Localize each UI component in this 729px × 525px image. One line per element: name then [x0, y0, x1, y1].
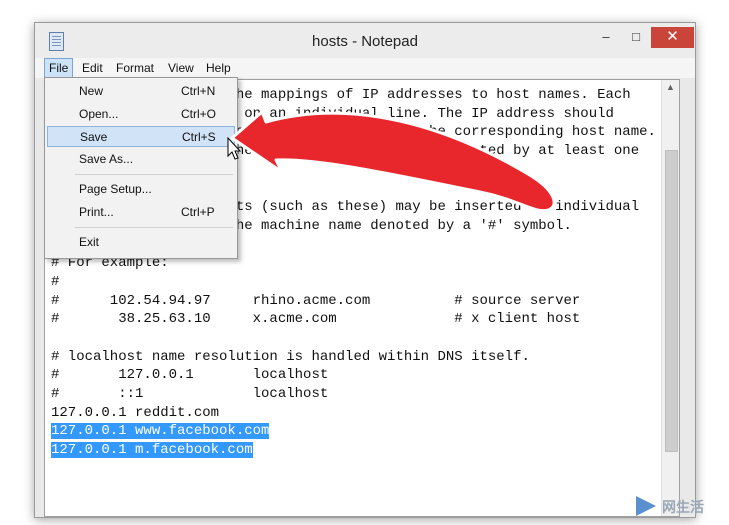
scroll-up-arrow-icon[interactable]: ▲ — [662, 82, 679, 92]
editor-line: # 127.0.0.1 localhost — [51, 367, 329, 384]
menu-item-label: Page Setup... — [79, 182, 152, 196]
menu-item-page-setup[interactable]: Page Setup... — [47, 179, 235, 200]
menu-item-exit[interactable]: Exit — [47, 232, 235, 253]
menu-bar: File Edit Format View Help — [35, 58, 695, 78]
menu-item-label: Print... — [79, 205, 114, 219]
editor-line: # — [51, 273, 60, 290]
menu-item-label: New — [79, 84, 104, 98]
editor-line: 127.0.0.1 www.facebook.com — [51, 422, 661, 441]
menu-item-label: Open... — [79, 107, 119, 121]
menu-edit[interactable]: Edit — [78, 59, 107, 77]
watermark: 网生活 — [636, 494, 726, 522]
menu-item-save-as[interactable]: Save As... — [47, 149, 235, 170]
menu-help[interactable]: Help — [202, 59, 235, 77]
menu-view[interactable]: View — [164, 59, 198, 77]
menu-format[interactable]: Format — [112, 59, 158, 77]
selected-text: 127.0.0.1 www.facebook.com — [51, 423, 270, 440]
menu-item-label: Exit — [79, 235, 100, 249]
menu-file[interactable]: File — [44, 58, 74, 78]
minimize-button[interactable]: – — [591, 27, 621, 47]
menu-item-save[interactable]: Save Ctrl+S — [47, 126, 235, 147]
editor-line: # ::1 localhost — [51, 386, 329, 402]
menu-item-new[interactable]: New Ctrl+N — [47, 81, 235, 102]
menu-item-shortcut: Ctrl+O — [181, 107, 217, 121]
maximize-button[interactable]: □ — [621, 27, 651, 47]
menu-item-shortcut: Ctrl+S — [182, 130, 216, 144]
menu-separator — [75, 227, 233, 228]
editor-line: # 102.54.94.97 rhino.acme.com # source s… — [51, 292, 581, 309]
close-button[interactable]: ✕ — [651, 27, 694, 48]
selected-text: 127.0.0.1 m.facebook.com — [51, 442, 253, 459]
menu-item-shortcut: Ctrl+N — [181, 84, 216, 98]
watermark-logo-icon — [636, 496, 656, 516]
editor-line: 127.0.0.1 m.facebook.com — [51, 441, 661, 460]
menu-item-print[interactable]: Print... Ctrl+P — [47, 202, 235, 223]
editor-line: # 38.25.63.10 x.acme.com # x client host — [51, 311, 581, 328]
title-bar[interactable]: hosts - Notepad – □ ✕ — [35, 23, 695, 59]
menu-item-open[interactable]: Open... Ctrl+O — [47, 104, 235, 125]
editor-line: # localhost name resolution is handled w… — [51, 348, 530, 365]
menu-separator — [75, 174, 233, 175]
menu-item-label: Save As... — [79, 152, 134, 166]
scrollbar-thumb[interactable] — [665, 150, 678, 452]
editor-line: 127.0.0.1 reddit.com — [51, 404, 220, 421]
menu-item-shortcut: Ctrl+P — [181, 205, 215, 219]
watermark-text: 网生活 — [662, 499, 704, 515]
menu-item-label: Save — [80, 130, 108, 144]
vertical-scrollbar[interactable]: ▲ — [661, 80, 679, 516]
file-menu-dropdown: New Ctrl+N Open... Ctrl+O Save Ctrl+S Sa… — [44, 77, 238, 259]
